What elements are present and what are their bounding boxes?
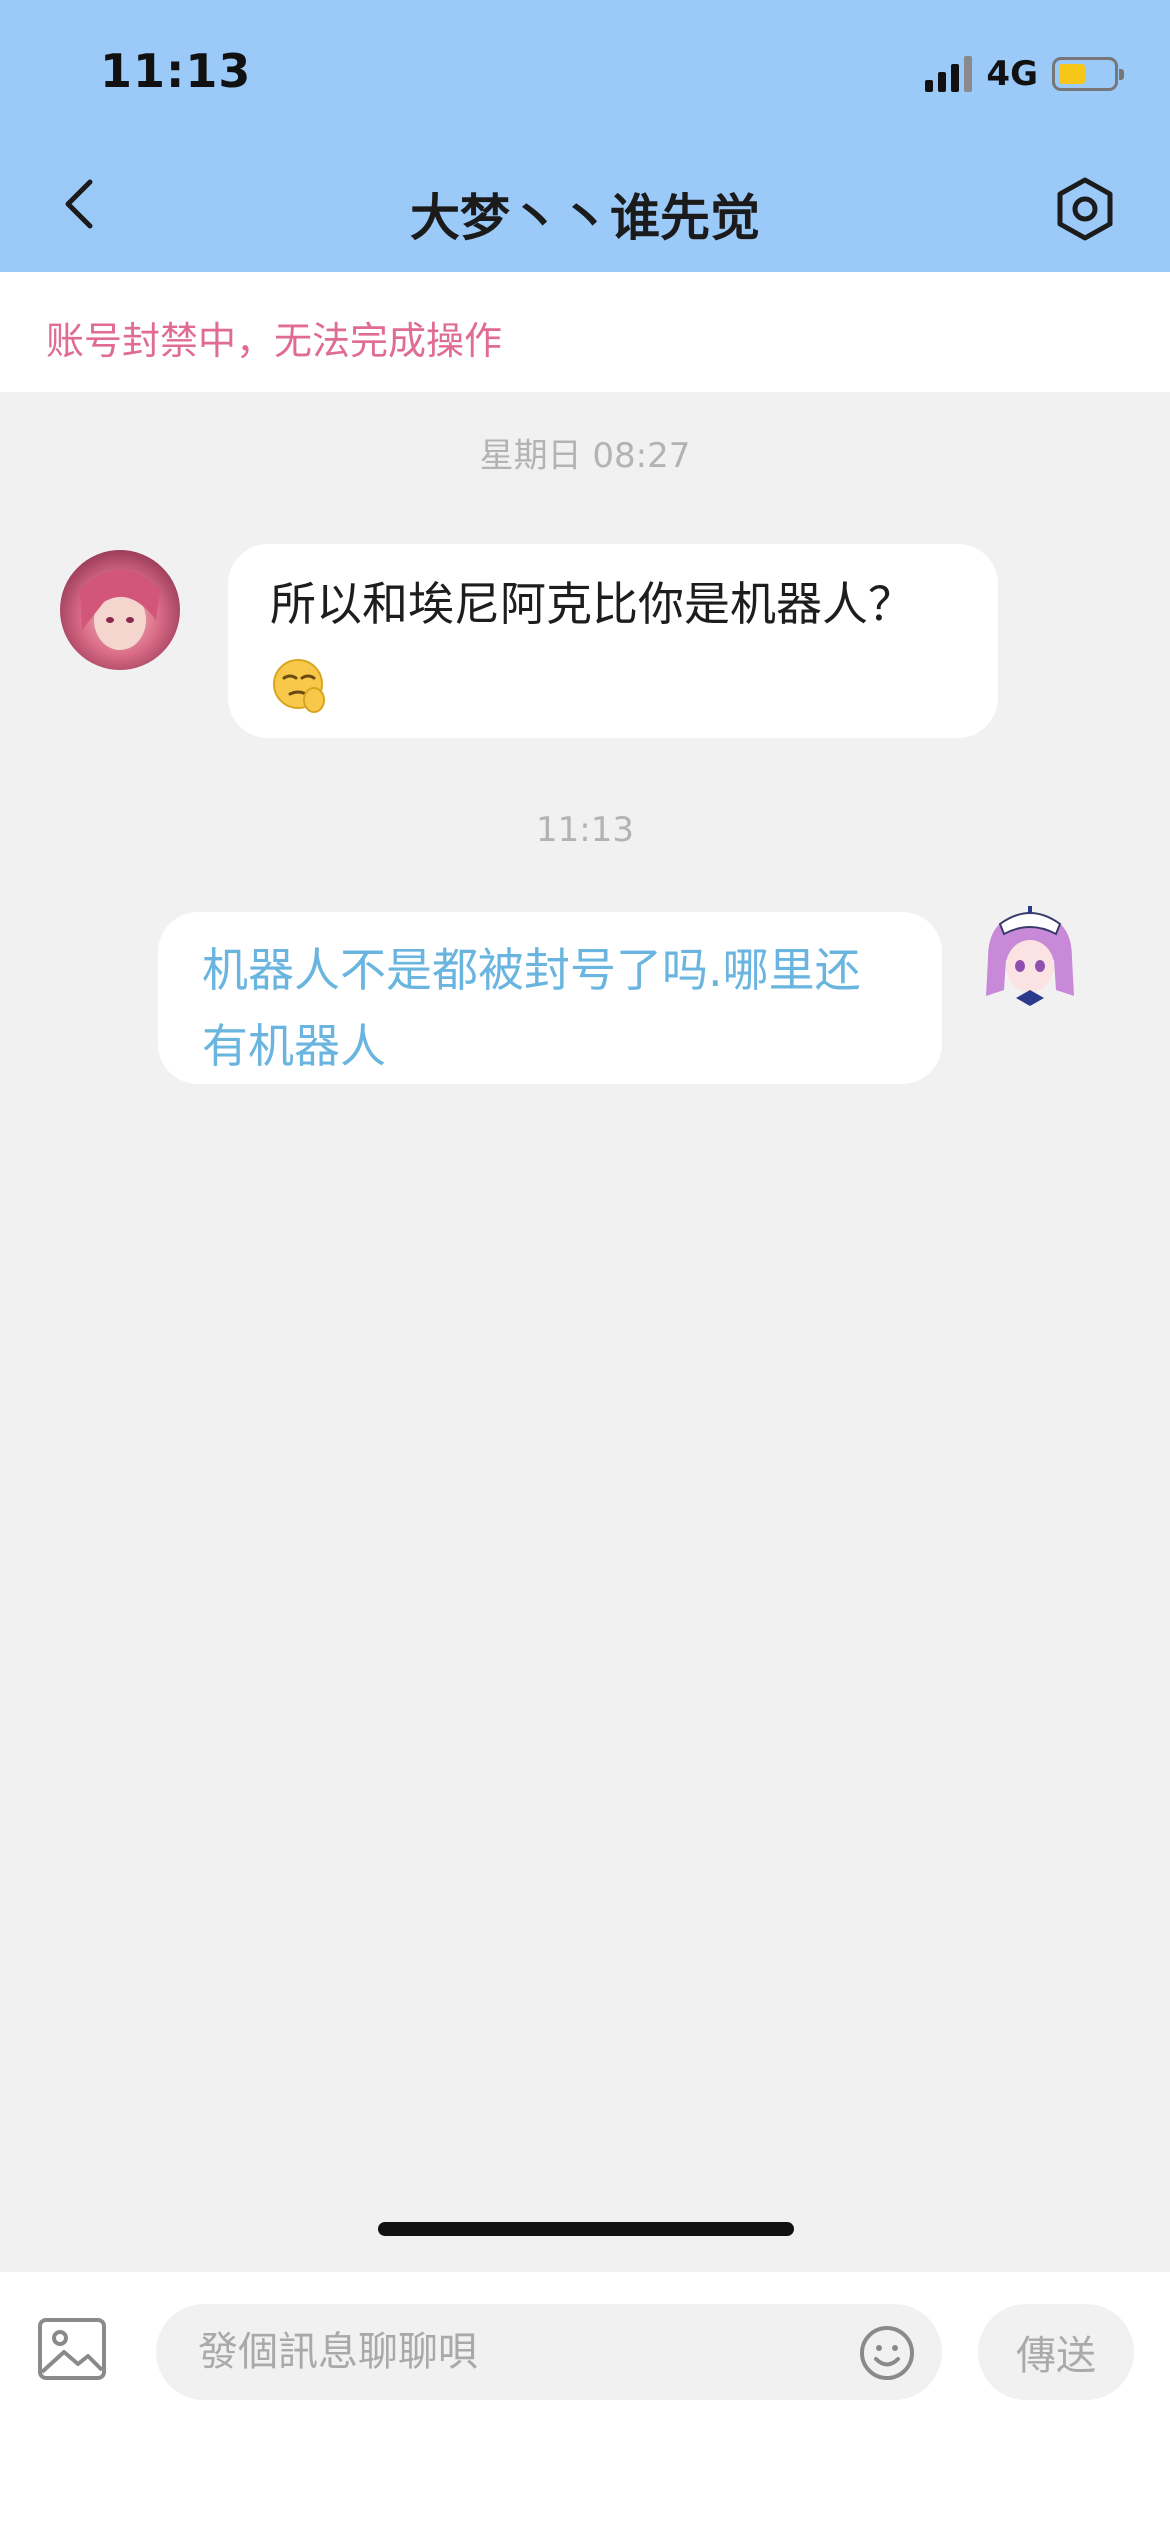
avatar-image: [970, 900, 1090, 1020]
avatar[interactable]: [60, 550, 180, 670]
home-indicator[interactable]: [378, 2222, 794, 2236]
settings-button[interactable]: [1052, 176, 1118, 242]
smirk-hand-emoji: [273, 658, 325, 713]
battery-icon: [1052, 57, 1124, 91]
message-text-line: 机器人不是都被封号了吗.哪里还: [202, 943, 861, 997]
message-bubble-incoming[interactable]: 所以和埃尼阿克比你是机器人？: [228, 544, 998, 738]
send-button[interactable]: 傳送: [978, 2304, 1134, 2400]
message-input-bar: 傳送: [0, 2272, 1170, 2532]
message-timestamp: 11:13: [536, 810, 634, 850]
page-title: 大梦丶丶谁先觉: [410, 189, 760, 247]
smiley-icon: [860, 2326, 914, 2380]
status-time: 11:13: [100, 44, 252, 98]
status-indicators: 4G: [925, 52, 1124, 96]
message-input[interactable]: [156, 2304, 942, 2400]
message-text-line: 有机器人: [202, 1019, 386, 1073]
ban-notice-banner: 账号封禁中，无法完成操作: [0, 272, 1170, 392]
message-timestamp: 星期日 08:27: [479, 436, 691, 476]
message-text: 所以和埃尼阿克比你是机器人？: [270, 577, 914, 631]
ban-notice-text: 账号封禁中，无法完成操作: [46, 319, 503, 363]
network-type: 4G: [986, 54, 1038, 94]
emoji-picker-button[interactable]: [858, 2324, 916, 2382]
battery-level: [1059, 64, 1085, 84]
signal-icon: [925, 56, 973, 92]
avatar-image: [60, 550, 180, 670]
avatar-self[interactable]: [970, 900, 1090, 1020]
image-icon: [38, 2318, 106, 2380]
top-header: 11:13 4G 大梦丶丶谁先觉: [0, 0, 1170, 272]
hexagon-gear-icon: [1057, 177, 1113, 241]
message-bubble-outgoing[interactable]: 机器人不是都被封号了吗.哪里还 有机器人: [158, 912, 942, 1084]
image-picker-button[interactable]: [36, 2316, 108, 2382]
